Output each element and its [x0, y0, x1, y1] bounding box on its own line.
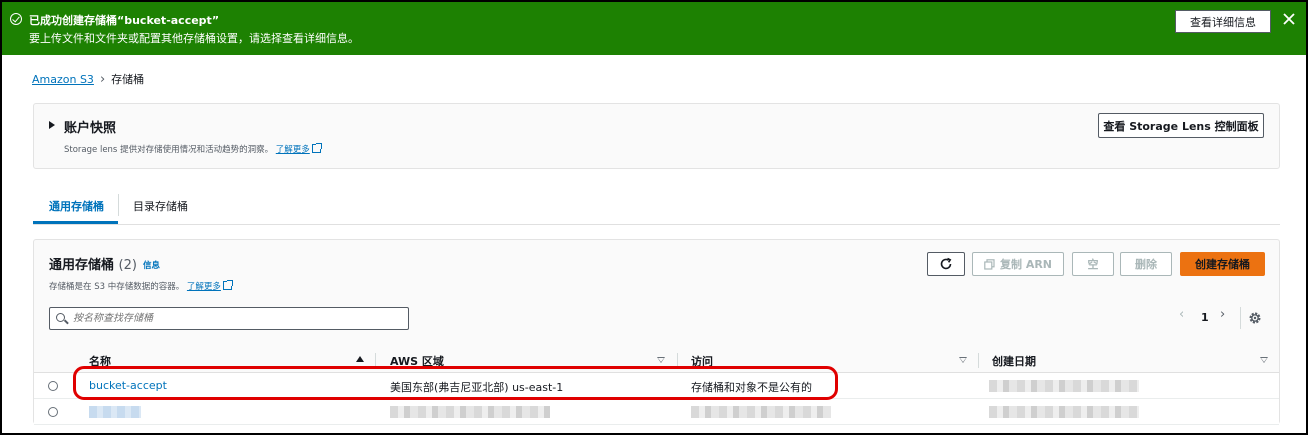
column-divider: [677, 353, 678, 368]
account-snapshot-title[interactable]: 账户快照: [64, 117, 116, 136]
view-details-button[interactable]: 查看详细信息: [1175, 10, 1271, 33]
chevron-right-icon: ›: [99, 71, 106, 87]
close-icon[interactable]: [1282, 12, 1296, 26]
empty-button[interactable]: 空: [1072, 252, 1114, 276]
check-circle-icon: [10, 13, 22, 25]
chevron-left-icon[interactable]: ‹: [1179, 307, 1184, 322]
column-header-access[interactable]: 访问: [691, 353, 713, 369]
column-divider: [978, 353, 979, 368]
bucket-name-link[interactable]: bucket-accept: [89, 379, 167, 392]
redacted-created-date: [989, 406, 1139, 418]
column-divider: [375, 353, 376, 368]
bucket-region: 美国东部(弗吉尼亚北部) us-east-1: [390, 381, 564, 394]
sort-icon[interactable]: [959, 357, 967, 363]
bucket-access: 存储桶和对象不是公有的: [691, 381, 812, 394]
caret-right-icon[interactable]: [49, 121, 55, 129]
column-header-created[interactable]: 创建日期: [992, 353, 1036, 369]
panel-description: 存储桶是在 S3 中存储数据的容器。 了解更多: [49, 280, 233, 292]
description-text: Storage lens 提供对存储使用情况和活动趋势的洞察。: [64, 145, 274, 155]
breadcrumb-amazon-s3[interactable]: Amazon S3: [32, 73, 94, 86]
account-snapshot-description: Storage lens 提供对存储使用情况和活动趋势的洞察。 了解更多: [64, 143, 322, 155]
row-select-radio[interactable]: [48, 407, 58, 417]
sort-icon[interactable]: [1260, 357, 1268, 363]
row-select-radio[interactable]: [48, 381, 58, 391]
bucket-type-tabs: 通用存储桶 目录存储桶: [33, 192, 1280, 225]
sort-icon[interactable]: [657, 357, 665, 363]
active-tab-indicator: [33, 221, 118, 224]
copy-icon: [984, 258, 995, 270]
redacted-created-date: [989, 380, 1139, 392]
info-link[interactable]: 信息: [143, 259, 160, 271]
flash-subtitle: 要上传文件和文件夹或配置其他存储桶设置，请选择查看详细信息。: [29, 32, 359, 45]
panel-title-text: 通用存储桶: [49, 258, 115, 273]
redacted-bucket-name[interactable]: [89, 406, 141, 418]
refresh-icon: [940, 257, 952, 270]
breadcrumb: Amazon S3 › 存储桶: [32, 71, 144, 87]
gear-icon[interactable]: [1248, 311, 1262, 325]
refresh-button[interactable]: [927, 252, 965, 276]
success-flash-banner: 已成功创建存储桶“bucket-accept” 要上传文件和文件夹或配置其他存储…: [2, 2, 1306, 55]
panel-title: 通用存储桶 (2): [49, 254, 137, 273]
column-header-region[interactable]: AWS 区域: [390, 353, 444, 369]
copy-arn-label: 复制 ARN: [999, 258, 1053, 271]
tab-divider: [118, 194, 119, 216]
delete-button[interactable]: 删除: [1120, 252, 1172, 276]
breadcrumb-current: 存储桶: [111, 73, 145, 86]
copy-arn-button[interactable]: 复制 ARN: [972, 252, 1064, 276]
flash-title: 已成功创建存储桶“bucket-accept”: [29, 14, 220, 27]
view-storage-lens-button[interactable]: 查看 Storage Lens 控制面板: [1098, 113, 1264, 138]
redacted-access: [691, 406, 831, 418]
table-row[interactable]: bucket-accept 美国东部(弗吉尼亚北部) us-east-1 存储桶…: [34, 373, 1279, 399]
tab-directory-buckets[interactable]: 目录存储桶: [133, 198, 188, 214]
create-bucket-button[interactable]: 创建存储桶: [1180, 252, 1265, 276]
redacted-region: [390, 406, 550, 418]
page-number[interactable]: 1: [1201, 311, 1209, 324]
search-icon: [56, 313, 65, 322]
table-row[interactable]: [34, 399, 1279, 425]
learn-more-link[interactable]: 了解更多: [276, 145, 310, 155]
external-link-icon: [311, 143, 322, 153]
search-field[interactable]: [49, 307, 409, 330]
general-buckets-panel: 通用存储桶 (2) 信息 存储桶是在 S3 中存储数据的容器。 了解更多 复制 …: [33, 239, 1280, 425]
chevron-right-icon[interactable]: ›: [1220, 307, 1225, 322]
column-header-name[interactable]: 名称: [89, 353, 111, 369]
panel-description-text: 存储桶是在 S3 中存储数据的容器。: [49, 282, 185, 292]
learn-more-link[interactable]: 了解更多: [187, 282, 221, 292]
external-link-icon: [222, 280, 233, 290]
sort-ascending-icon[interactable]: [356, 356, 364, 362]
bucket-count: (2): [118, 258, 137, 273]
tab-general-buckets[interactable]: 通用存储桶: [49, 198, 104, 214]
account-snapshot-panel: 账户快照 Storage lens 提供对存储使用情况和活动趋势的洞察。 了解更…: [33, 103, 1280, 169]
table-header: 名称 AWS 区域 访问 创建日期: [34, 347, 1279, 373]
pager-divider: [1240, 307, 1241, 329]
search-input[interactable]: [73, 310, 403, 327]
